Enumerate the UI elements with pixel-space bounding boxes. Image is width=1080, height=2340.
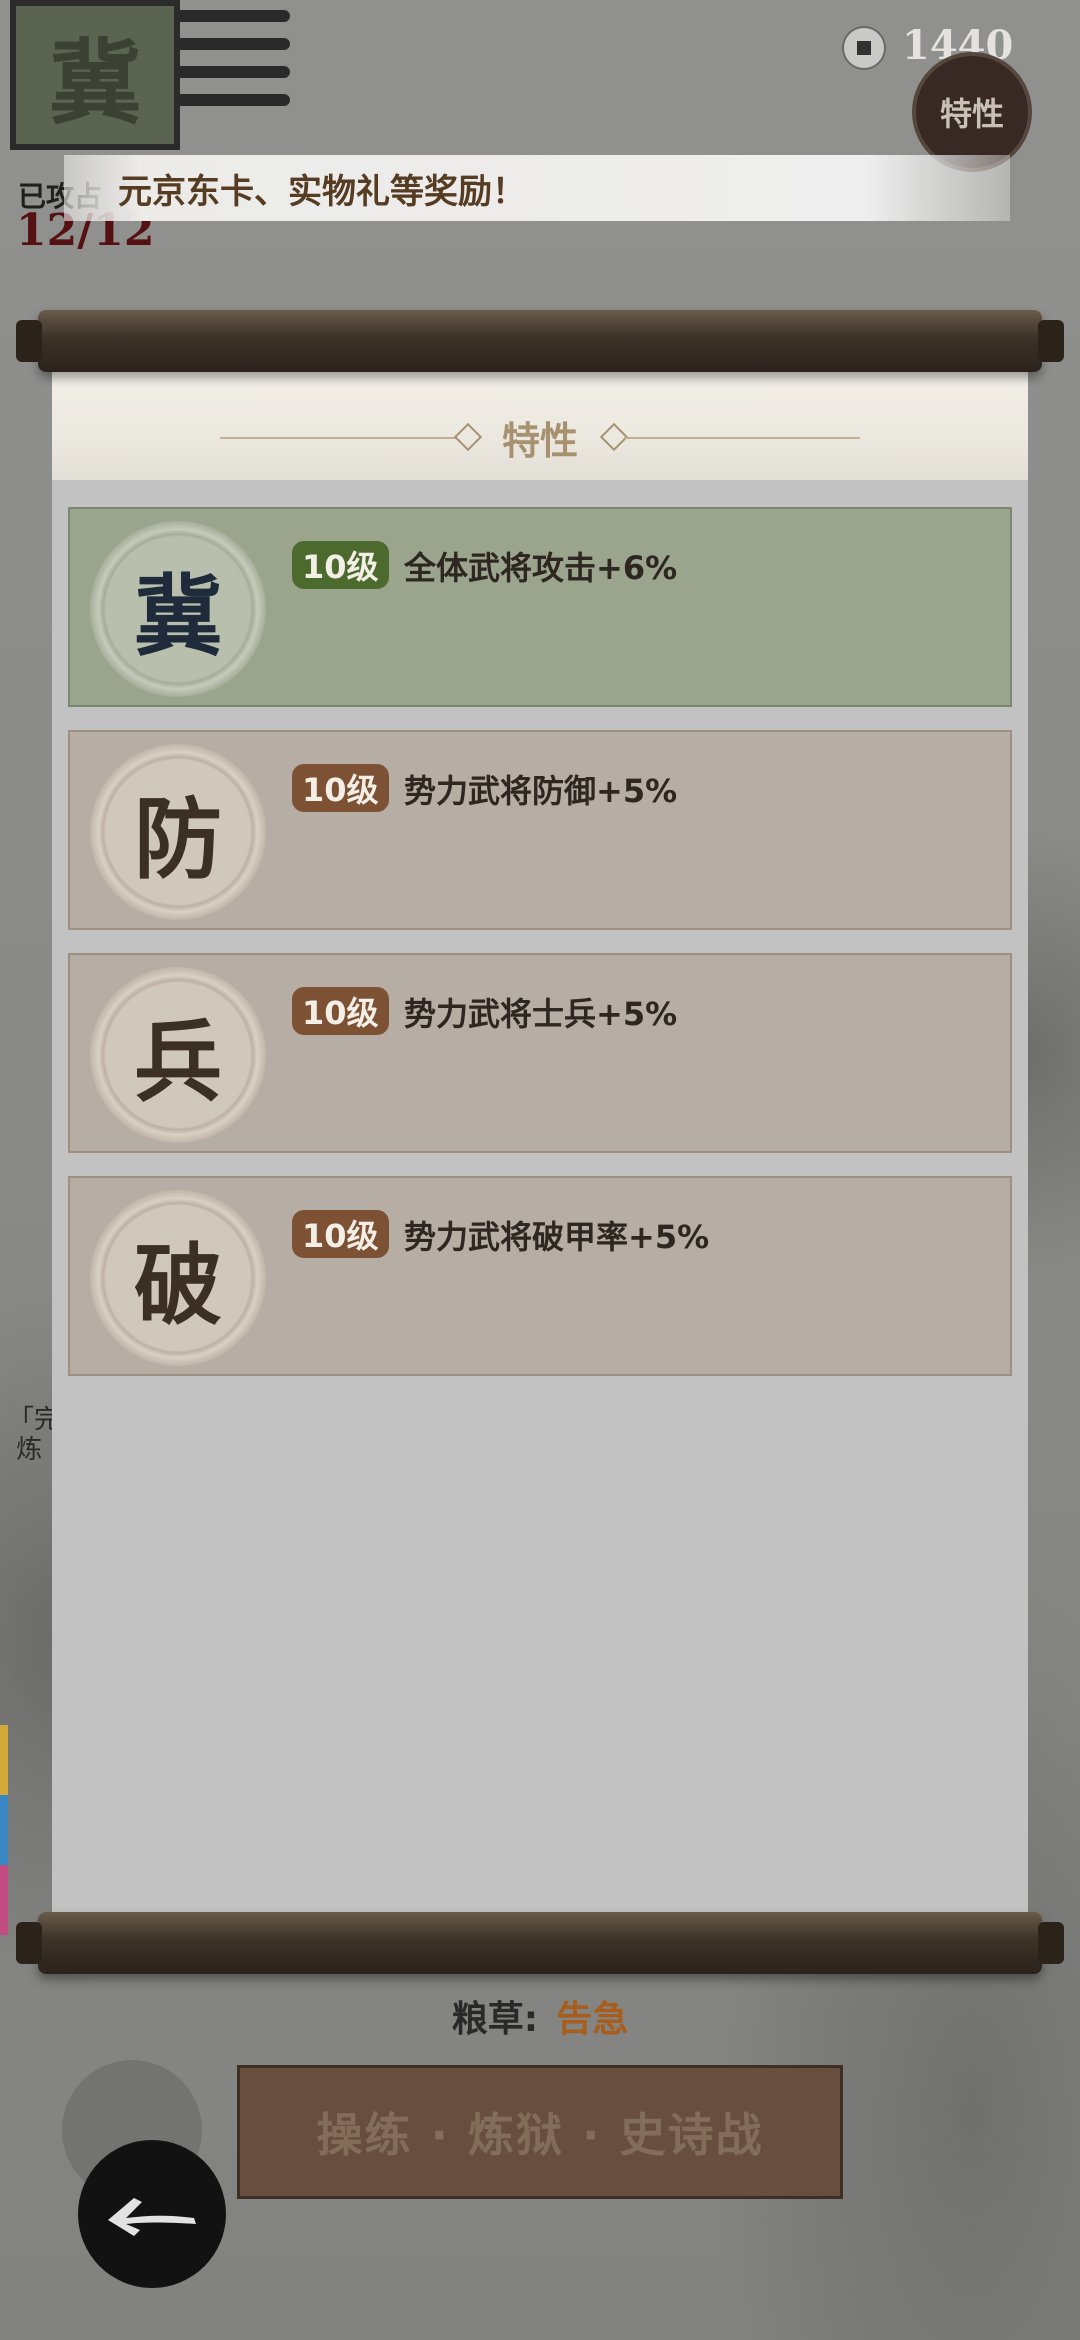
panel-title: 特性 xyxy=(501,419,578,463)
defense-icon: 防 xyxy=(90,744,266,920)
scroll-rod-top xyxy=(16,310,1064,372)
trait-emblem-icon: 冀 xyxy=(90,521,266,697)
trait-level-tag: 10级 xyxy=(292,1210,389,1258)
trait-level-tag: 10级 xyxy=(292,541,389,589)
title-divider-right xyxy=(624,437,860,439)
trait-card[interactable]: 冀 10级 全体武将攻击+6% xyxy=(68,507,1012,707)
trait-level-tag: 10级 xyxy=(292,764,389,812)
trait-description: 势力武将破甲率+5% xyxy=(404,1218,710,1256)
soldier-icon: 兵 xyxy=(90,967,266,1143)
trait-description: 势力武将防御+5% xyxy=(404,772,678,810)
trait-description: 势力武将士兵+5% xyxy=(404,995,678,1033)
trait-description: 全体武将攻击+6% xyxy=(404,549,678,587)
trait-card[interactable]: 兵 10级 势力武将士兵+5% xyxy=(68,953,1012,1153)
scroll-rod-bottom xyxy=(16,1912,1064,1974)
trait-level-tag: 10级 xyxy=(292,987,389,1035)
armor-break-icon: 破 xyxy=(90,1190,266,1366)
trait-card[interactable]: 防 10级 势力武将防御+5% xyxy=(68,730,1012,930)
trait-card[interactable]: 破 10级 势力武将破甲率+5% xyxy=(68,1176,1012,1376)
